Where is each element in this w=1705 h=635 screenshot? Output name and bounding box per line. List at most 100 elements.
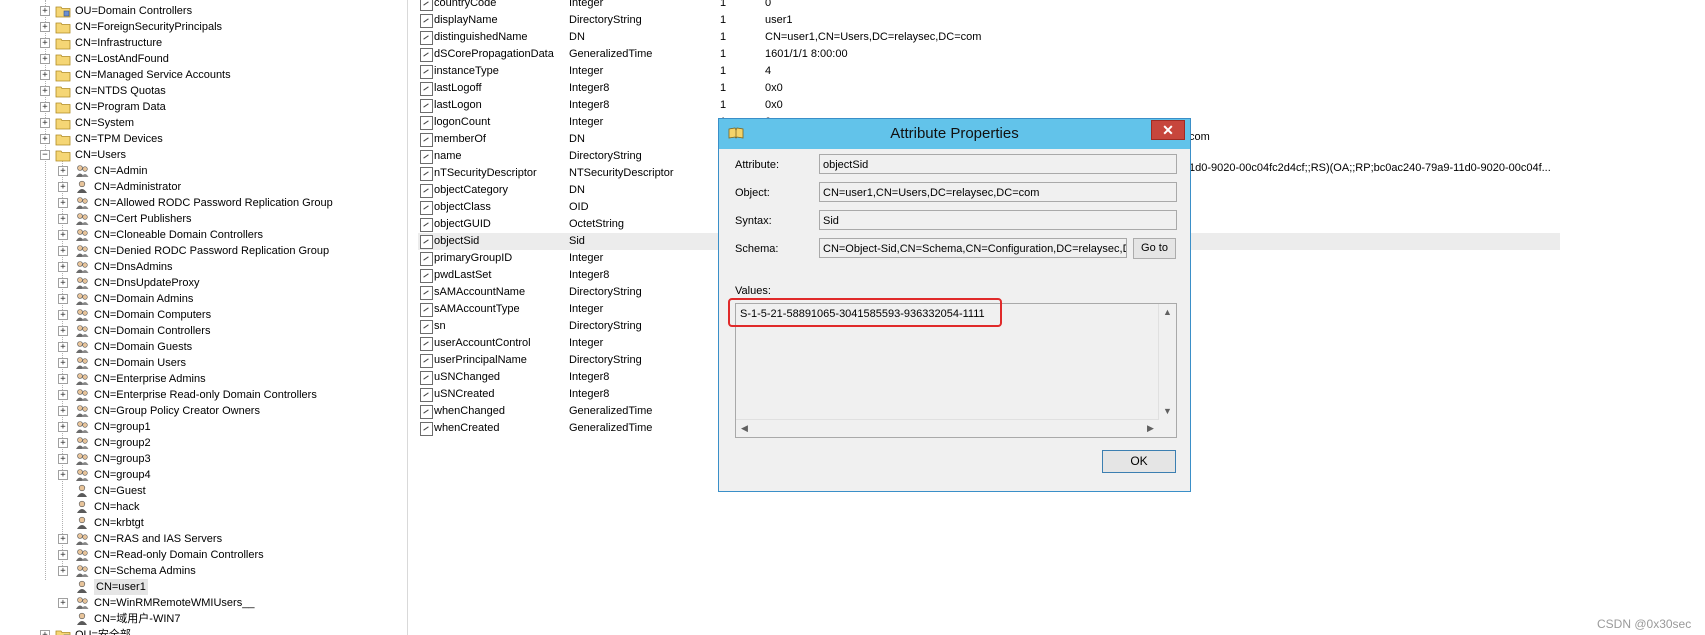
expand-icon[interactable]: +	[40, 54, 50, 64]
expand-icon[interactable]: +	[58, 246, 68, 256]
tree-item-user[interactable]: + CN=Enterprise Read-only Domain Controll…	[0, 387, 407, 403]
expand-icon[interactable]: +	[58, 374, 68, 384]
tree-item-user[interactable]: + CN=Denied RODC Password Replication Gro…	[0, 243, 407, 259]
tree-item-user[interactable]: + CN=Enterprise Admins	[0, 371, 407, 387]
attribute-row[interactable]: lastLogon Integer8 1 0x0	[418, 97, 1560, 114]
expand-icon[interactable]: +	[40, 6, 50, 16]
go-to-button[interactable]: Go to	[1133, 238, 1176, 259]
expand-icon[interactable]: +	[58, 278, 68, 288]
expand-icon[interactable]: +	[40, 102, 50, 112]
attribute-field[interactable]: objectSid	[819, 154, 1177, 174]
tree-item-user[interactable]: CN=Guest	[0, 483, 407, 499]
scroll-right-icon[interactable]: ▶	[1143, 421, 1158, 436]
attribute-row[interactable]: countryCode Integer 1 0	[418, 0, 1560, 12]
expand-icon[interactable]: +	[40, 22, 50, 32]
expand-icon[interactable]: +	[40, 86, 50, 96]
expand-icon[interactable]: +	[58, 598, 68, 608]
expand-icon[interactable]: +	[40, 38, 50, 48]
tree-item[interactable]: + CN=Program Data	[0, 99, 407, 115]
attribute-row[interactable]: instanceType Integer 1 4	[418, 63, 1560, 80]
expand-icon[interactable]: +	[40, 70, 50, 80]
tree-item[interactable]: + OU=Domain Controllers	[0, 3, 407, 19]
attribute-name: sn	[434, 320, 446, 332]
expand-icon[interactable]: +	[58, 166, 68, 176]
expand-icon[interactable]: +	[58, 438, 68, 448]
tree-item[interactable]: + CN=Managed Service Accounts	[0, 67, 407, 83]
scroll-down-icon[interactable]: ▼	[1160, 404, 1175, 419]
tree-item[interactable]: + CN=LostAndFound	[0, 51, 407, 67]
tree-item-user[interactable]: + CN=Domain Computers	[0, 307, 407, 323]
tree-item[interactable]: + CN=TPM Devices	[0, 131, 407, 147]
expand-icon[interactable]: +	[58, 470, 68, 480]
tree-item-user[interactable]: + CN=group2	[0, 435, 407, 451]
attribute-row[interactable]: displayName DirectoryString 1 user1	[418, 12, 1560, 29]
tree-item-user[interactable]: + CN=Domain Admins	[0, 291, 407, 307]
object-tree[interactable]: + OU=Domain Controllers + CN=ForeignSecurit…	[0, 0, 407, 635]
tree-item-user[interactable]: CN=krbtgt	[0, 515, 407, 531]
expand-icon[interactable]: +	[58, 566, 68, 576]
object-field[interactable]: CN=user1,CN=Users,DC=relaysec,DC=com	[819, 182, 1177, 202]
tree-item-user[interactable]: + CN=Read-only Domain Controllers	[0, 547, 407, 563]
expand-icon[interactable]: +	[58, 182, 68, 192]
tree-item-user[interactable]: + CN=DnsUpdateProxy	[0, 275, 407, 291]
tree-item-user[interactable]: + CN=Domain Guests	[0, 339, 407, 355]
tree-item[interactable]: + CN=System	[0, 115, 407, 131]
tree-item[interactable]: + OU=安全部	[0, 627, 407, 635]
tree-item-user[interactable]: + CN=Group Policy Creator Owners	[0, 403, 407, 419]
expand-icon[interactable]: +	[58, 422, 68, 432]
collapse-icon[interactable]: −	[40, 150, 50, 160]
expand-icon[interactable]: +	[58, 262, 68, 272]
tree-item-user[interactable]: + CN=group4	[0, 467, 407, 483]
tree-item-user[interactable]: + CN=Cert Publishers	[0, 211, 407, 227]
tree-item[interactable]: + CN=ForeignSecurityPrincipals	[0, 19, 407, 35]
expand-icon[interactable]: +	[58, 230, 68, 240]
tree-item-user[interactable]: + CN=Domain Users	[0, 355, 407, 371]
tree-item-user[interactable]: + CN=Allowed RODC Password Replication Gr…	[0, 195, 407, 211]
tree-item-user[interactable]: + CN=group3	[0, 451, 407, 467]
tree-item-user[interactable]: CN=域用户-WIN7	[0, 611, 407, 627]
tree-item-selected[interactable]: CN=user1	[0, 579, 407, 595]
expand-icon[interactable]: +	[58, 534, 68, 544]
expand-icon[interactable]: +	[58, 454, 68, 464]
close-button[interactable]: ✕	[1151, 120, 1185, 140]
tree-item[interactable]: − CN=Users	[0, 147, 407, 163]
tree-item-user[interactable]: + CN=WinRMRemoteWMIUsers__	[0, 595, 407, 611]
expand-icon[interactable]: +	[58, 214, 68, 224]
tree-item-user[interactable]: + CN=Schema Admins	[0, 563, 407, 579]
attribute-row[interactable]: distinguishedName DN 1 CN=user1,CN=Users,DC…	[418, 29, 1560, 46]
expand-icon[interactable]: +	[40, 134, 50, 144]
tree-item-user[interactable]: + CN=Admin	[0, 163, 407, 179]
tree-item[interactable]: + CN=NTDS Quotas	[0, 83, 407, 99]
expand-icon[interactable]: +	[40, 630, 50, 635]
attribute-syntax: Integer	[569, 303, 604, 315]
expand-icon[interactable]: +	[58, 390, 68, 400]
expand-icon[interactable]: +	[58, 310, 68, 320]
expand-icon[interactable]: +	[58, 294, 68, 304]
schema-field[interactable]: CN=Object-Sid,CN=Schema,CN=Configuration…	[819, 238, 1127, 258]
tree-item-user[interactable]: + CN=group1	[0, 419, 407, 435]
expand-icon[interactable]: +	[58, 358, 68, 368]
pane-divider[interactable]	[407, 0, 408, 635]
tree-item[interactable]: + CN=Infrastructure	[0, 35, 407, 51]
tree-item-user[interactable]: CN=hack	[0, 499, 407, 515]
tree-item-user[interactable]: + CN=Domain Controllers	[0, 323, 407, 339]
expand-icon[interactable]: +	[40, 118, 50, 128]
expand-icon[interactable]: +	[58, 326, 68, 336]
expand-icon[interactable]: +	[58, 550, 68, 560]
tree-item-user[interactable]: + CN=Cloneable Domain Controllers	[0, 227, 407, 243]
expand-icon[interactable]: +	[58, 198, 68, 208]
scroll-up-icon[interactable]: ▲	[1160, 305, 1175, 320]
syntax-field[interactable]: Sid	[819, 210, 1177, 230]
expand-icon[interactable]: +	[58, 406, 68, 416]
tree-item-user[interactable]: + CN=RAS and IAS Servers	[0, 531, 407, 547]
horizontal-scrollbar[interactable]: ◀ ▶	[736, 419, 1159, 437]
scroll-left-icon[interactable]: ◀	[737, 421, 752, 436]
ok-button[interactable]: OK	[1102, 450, 1176, 473]
tree-item-user[interactable]: + CN=Administrator	[0, 179, 407, 195]
expand-icon[interactable]: +	[58, 342, 68, 352]
vertical-scrollbar[interactable]: ▲ ▼	[1158, 304, 1176, 420]
attribute-row[interactable]: lastLogoff Integer8 1 0x0	[418, 80, 1560, 97]
attribute-row[interactable]: dSCorePropagationData GeneralizedTime 1 160…	[418, 46, 1560, 63]
dialog-titlebar[interactable]: Attribute Properties ✕	[719, 119, 1190, 149]
tree-item-user[interactable]: + CN=DnsAdmins	[0, 259, 407, 275]
